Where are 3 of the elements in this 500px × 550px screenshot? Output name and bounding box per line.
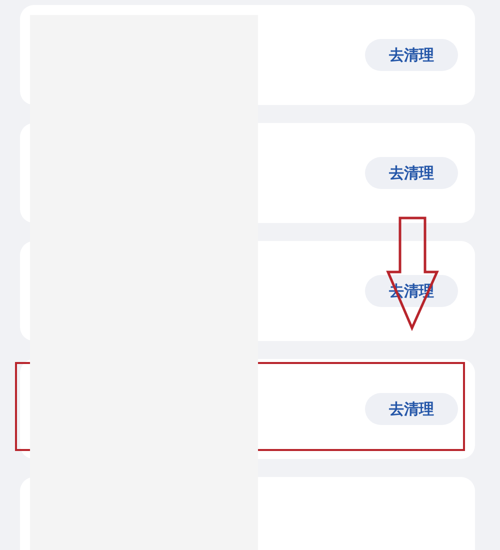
clean-button[interactable]: 去清理 [365, 39, 458, 71]
clean-button[interactable]: 去清理 [365, 393, 458, 425]
clean-button[interactable]: 去清理 [365, 157, 458, 189]
